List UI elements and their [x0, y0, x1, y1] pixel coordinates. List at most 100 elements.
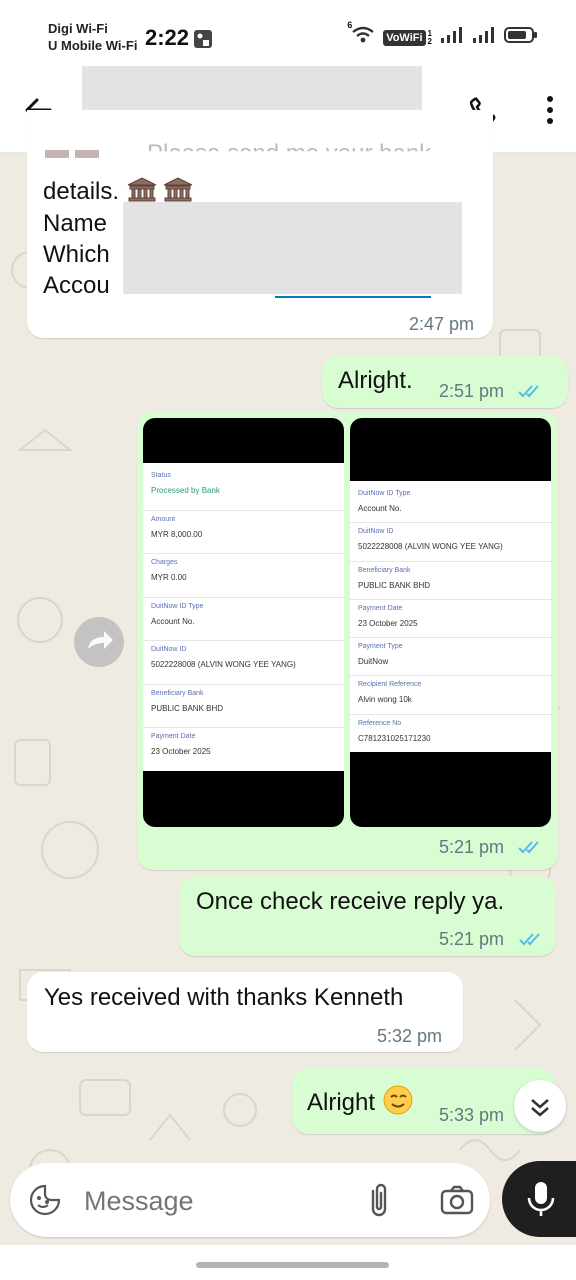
outgoing-image-message: Status Processed by Bank Amount MYR 8,000.0…	[137, 412, 558, 870]
camera-icon	[440, 1185, 474, 1215]
receipt-field-value: Account No.	[151, 616, 195, 626]
receipt-screenshot-right[interactable]: DuitNow ID Type Account No. DuitNow ID 5022…	[350, 418, 551, 827]
message-line-account: Accou	[43, 272, 110, 299]
receipt-field-label: Payment Type	[358, 643, 403, 651]
carrier-line-1: Digi Wi-Fi	[48, 21, 108, 36]
redacted-header	[350, 418, 551, 481]
receipt-field-value: C781231025171230	[358, 733, 431, 743]
receipt-field-label: Beneficiary Bank	[358, 566, 411, 574]
battery-icon	[504, 26, 538, 49]
receipt-field-value: MYR 8,000.00	[151, 529, 203, 539]
receipt-fields-left: Status Processed by Bank Amount MYR 8,000.0…	[143, 466, 344, 772]
outgoing-alright-message: Alright. 2:51 pm	[322, 356, 568, 408]
receipt-field-row: Status Processed by Bank	[143, 466, 344, 511]
receipt-field-value: 23 October 2025	[358, 618, 418, 628]
receipt-fields-right: DuitNow ID Type Account No. DuitNow ID 5022…	[350, 484, 551, 753]
message-time: 2:51 pm	[439, 381, 505, 401]
message-text: Once check receive reply ya.	[196, 888, 505, 915]
bank-building-icon	[43, 148, 103, 158]
voice-message-button[interactable]	[502, 1161, 576, 1237]
receipt-screenshot-left[interactable]: Status Processed by Bank Amount MYR 8,000.0…	[143, 418, 344, 827]
receipt-field-row: Recipient Reference Alvin wong 10k	[350, 675, 551, 715]
status-icons: 6 VoWiFi 1 2	[347, 20, 538, 49]
receipt-field-row: Reference No C781231025171230	[350, 714, 551, 753]
link-underline	[275, 296, 431, 298]
message-text: Alright	[307, 1084, 414, 1123]
receipt-field-row: DuitNow ID 5022228008 (ALVIN WONG YEE YAN…	[143, 640, 344, 685]
receipt-field-value: 5022228008 (ALVIN WONG YEE YANG)	[151, 660, 296, 670]
clock: 2:22	[145, 25, 190, 50]
receipt-field-row: Payment Type DuitNow	[350, 637, 551, 677]
read-receipt-icon	[517, 838, 545, 861]
mic-icon	[527, 1182, 555, 1216]
message-composer	[10, 1163, 490, 1237]
read-receipt-icon	[518, 930, 546, 953]
receipt-field-row: DuitNow ID Type Account No.	[143, 597, 344, 642]
receipt-field-row: DuitNow ID Type Account No.	[350, 484, 551, 524]
carrier-line-2: U Mobile Wi-Fi	[48, 38, 138, 53]
navigation-bar	[0, 1245, 576, 1280]
status-bar: Digi Wi-Fi U Mobile Wi-Fi 2:22 6 VoWiFi …	[0, 0, 576, 70]
receipt-field-label: DuitNow ID Type	[151, 602, 204, 610]
message-text: Yes received with thanks Kenneth	[44, 984, 404, 1011]
redacted-header	[143, 418, 344, 463]
message-time: 5:33 pm	[439, 1105, 505, 1125]
forward-button[interactable]	[74, 617, 124, 667]
receipt-field-row: DuitNow ID 5022228008 (ALVIN WONG YEE YAN…	[350, 522, 551, 562]
receipt-field-label: Reference No	[358, 719, 402, 727]
receipt-field-label: Charges	[151, 559, 178, 567]
receipt-field-label: Payment Date	[358, 604, 403, 612]
receipt-field-label: DuitNow ID	[151, 646, 187, 654]
outgoing-check-message: Once check receive reply ya. 5:21 pm	[179, 876, 556, 956]
receipt-field-label: Recipient Reference	[358, 681, 422, 689]
receipt-field-value: Account No.	[358, 504, 402, 513]
receipt-field-label: Payment Date	[151, 733, 196, 741]
wifi-icon: 6	[347, 20, 375, 49]
receipt-field-label: Beneficiary Bank	[151, 689, 204, 697]
message-line-name: Name	[43, 210, 108, 237]
message-time: 5:32 pm	[377, 1026, 443, 1046]
home-gesture-handle[interactable]	[196, 1262, 389, 1268]
receipt-field-label: Status	[151, 472, 171, 479]
signal-icon-sim2	[472, 26, 496, 49]
emoji-sticker-button[interactable]	[28, 1183, 62, 1222]
receipt-field-row: Payment Date 23 October 2025	[350, 599, 551, 639]
smiling-emoji-icon	[382, 1084, 414, 1123]
vowifi-badge: VoWiFi 1 2	[383, 29, 432, 46]
paperclip-icon	[371, 1183, 387, 1217]
receipt-field-value: PUBLIC BANK BHD	[151, 703, 224, 713]
message-partial-line: Please send me your bank	[147, 140, 432, 167]
signal-icon-sim1	[440, 26, 464, 49]
receipt-field-value: 5022228008 (ALVIN WONG YEE YANG)	[358, 542, 503, 552]
redacted-bank-details	[123, 202, 462, 294]
message-time: 2:47 pm	[409, 314, 475, 334]
receipt-field-value: DuitNow	[358, 657, 389, 667]
screenshot-notification-icon	[193, 29, 213, 54]
double-chevron-down-icon	[531, 1099, 549, 1117]
receipt-field-label: DuitNow ID	[358, 528, 394, 536]
receipt-field-label: Amount	[151, 515, 176, 523]
receipt-field-value: PUBLIC BANK BHD	[358, 580, 431, 590]
redacted-footer	[143, 771, 344, 827]
message-time: 5:21 pm	[439, 929, 505, 949]
carrier-info: Digi Wi-Fi U Mobile Wi-Fi	[48, 20, 137, 54]
receipt-field-row: Beneficiary Bank PUBLIC BANK BHD	[143, 684, 344, 729]
attach-button[interactable]	[366, 1181, 392, 1224]
message-time: 5:21 pm	[439, 837, 505, 857]
more-options-button[interactable]	[538, 94, 562, 131]
sticker-icon	[29, 1184, 61, 1216]
message-input[interactable]	[82, 1181, 326, 1221]
receipt-field-row: Charges MYR 0.00	[143, 553, 344, 598]
message-line-which: Which	[43, 241, 110, 268]
receipt-field-row: Amount MYR 8,000.00	[143, 510, 344, 555]
receipt-field-label: DuitNow ID Type	[358, 490, 411, 497]
forward-icon	[88, 631, 113, 649]
message-text: Alright.	[338, 367, 413, 394]
read-receipt-icon	[517, 382, 545, 405]
receipt-field-row: Payment Date 23 October 2025	[143, 727, 344, 772]
more-vert-icon	[547, 96, 553, 124]
scroll-to-bottom-button[interactable]	[514, 1080, 566, 1132]
receipt-field-row: Beneficiary Bank PUBLIC BANK BHD	[350, 561, 551, 600]
receipt-field-value: Processed by Bank	[151, 486, 220, 495]
camera-button[interactable]	[439, 1183, 475, 1222]
